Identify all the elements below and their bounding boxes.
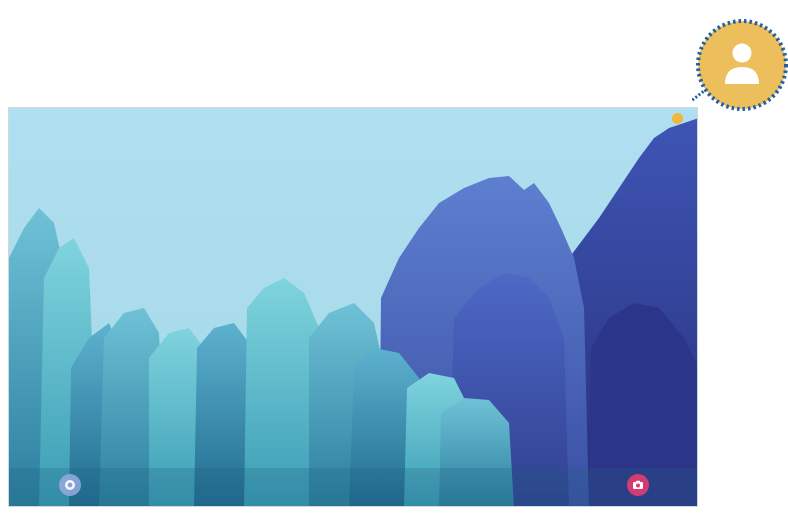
status-bar [9, 108, 697, 130]
phone-app-icon [65, 480, 75, 490]
phone-shortcut-button[interactable] [59, 474, 81, 496]
camera-shortcut-button[interactable] [627, 474, 649, 496]
page [0, 0, 788, 515]
profile-callout [692, 19, 788, 111]
camera-icon [633, 480, 643, 489]
status-bar-profile-icon[interactable] [672, 113, 683, 124]
wallpaper [9, 108, 697, 506]
lock-screen [8, 107, 698, 507]
